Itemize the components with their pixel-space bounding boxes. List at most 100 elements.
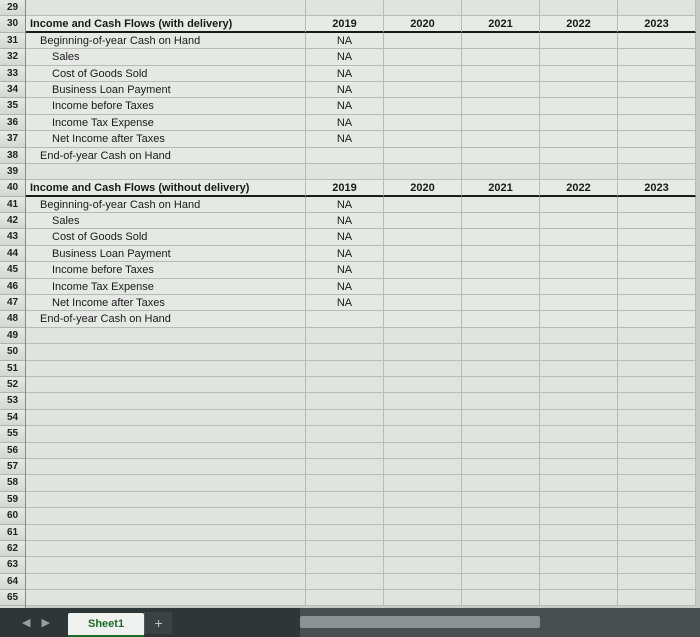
data-cell[interactable] [384,443,462,459]
data-cell[interactable] [462,49,540,65]
data-cell[interactable] [540,98,618,114]
row-label[interactable]: Income and Cash Flows (with delivery) [26,16,306,32]
data-cell[interactable] [540,213,618,229]
data-cell[interactable] [306,590,384,606]
data-cell[interactable] [618,66,696,82]
data-cell[interactable] [618,246,696,262]
data-cell[interactable] [540,148,618,164]
data-cell[interactable] [462,590,540,606]
data-cell[interactable] [462,557,540,573]
data-cell[interactable] [384,279,462,295]
data-cell[interactable] [462,33,540,49]
data-cell[interactable] [384,246,462,262]
row-header[interactable]: 56 [0,443,25,459]
row-header[interactable]: 60 [0,508,25,524]
data-cell[interactable] [618,0,696,16]
data-cell[interactable] [540,344,618,360]
data-cell[interactable] [618,361,696,377]
data-cell[interactable] [540,164,618,180]
row-label[interactable]: Income Tax Expense [26,279,306,295]
data-cell[interactable] [384,328,462,344]
data-cell[interactable] [384,33,462,49]
data-cell[interactable] [462,246,540,262]
row-header[interactable]: 32 [0,49,25,65]
data-cell[interactable] [540,361,618,377]
data-cell[interactable] [618,279,696,295]
data-cell[interactable] [618,148,696,164]
data-cell[interactable] [306,361,384,377]
data-cell[interactable] [384,492,462,508]
row-label[interactable] [26,475,306,491]
data-cell[interactable] [618,115,696,131]
year-column-header[interactable]: 2022 [540,16,618,32]
row-label[interactable] [26,361,306,377]
row-label[interactable] [26,0,306,16]
data-cell[interactable]: NA [306,131,384,147]
data-cell[interactable] [618,344,696,360]
data-cell[interactable] [384,311,462,327]
row-header[interactable]: 47 [0,295,25,311]
data-cell[interactable] [384,574,462,590]
row-header[interactable]: 57 [0,459,25,475]
row-label[interactable] [26,344,306,360]
row-label[interactable]: Income before Taxes [26,98,306,114]
data-cell[interactable] [462,66,540,82]
data-cell[interactable] [618,443,696,459]
data-cell[interactable] [540,557,618,573]
data-cell[interactable] [306,443,384,459]
row-label[interactable]: Cost of Goods Sold [26,229,306,245]
tab-nav-arrows[interactable]: ◀ ▶ [22,616,54,629]
row-header[interactable]: 49 [0,328,25,344]
row-label[interactable]: Beginning-of-year Cash on Hand [26,33,306,49]
year-column-header[interactable]: 2023 [618,16,696,32]
data-cell[interactable] [540,590,618,606]
row-label[interactable]: Net Income after Taxes [26,295,306,311]
year-column-header[interactable]: 2019 [306,16,384,32]
data-cell[interactable] [306,492,384,508]
data-cell[interactable] [540,115,618,131]
row-label[interactable]: Sales [26,49,306,65]
data-cell[interactable]: NA [306,213,384,229]
data-cell[interactable] [540,262,618,278]
data-cell[interactable] [462,311,540,327]
row-header[interactable]: 40 [0,180,25,196]
data-cell[interactable] [384,213,462,229]
data-cell[interactable] [384,525,462,541]
data-cell[interactable] [540,82,618,98]
data-cell[interactable] [384,148,462,164]
data-cell[interactable]: NA [306,295,384,311]
row-label[interactable] [26,508,306,524]
data-cell[interactable] [384,590,462,606]
data-cell[interactable] [618,82,696,98]
data-cell[interactable] [462,213,540,229]
data-cell[interactable] [306,574,384,590]
year-column-header[interactable]: 2019 [306,180,384,196]
row-label[interactable]: Net Income after Taxes [26,131,306,147]
data-cell[interactable] [540,49,618,65]
data-cell[interactable] [540,541,618,557]
data-cell[interactable] [384,459,462,475]
data-cell[interactable] [540,131,618,147]
data-cell[interactable] [462,574,540,590]
data-cell[interactable]: NA [306,279,384,295]
data-cell[interactable]: NA [306,33,384,49]
data-cell[interactable] [462,82,540,98]
row-label[interactable]: Income and Cash Flows (without delivery) [26,180,306,196]
row-label[interactable]: Income Tax Expense [26,115,306,131]
data-cell[interactable] [540,0,618,16]
data-cell[interactable] [384,426,462,442]
row-header[interactable]: 42 [0,213,25,229]
data-cell[interactable] [384,475,462,491]
data-cell[interactable] [384,541,462,557]
row-label[interactable]: Business Loan Payment [26,82,306,98]
data-cell[interactable] [540,410,618,426]
row-header[interactable]: 53 [0,393,25,409]
data-cell[interactable] [618,475,696,491]
horizontal-scrollbar[interactable] [300,608,700,637]
data-cell[interactable] [306,459,384,475]
data-cell[interactable] [462,525,540,541]
data-cell[interactable] [306,426,384,442]
data-cell[interactable] [462,344,540,360]
row-header[interactable]: 52 [0,377,25,393]
data-cell[interactable] [462,459,540,475]
